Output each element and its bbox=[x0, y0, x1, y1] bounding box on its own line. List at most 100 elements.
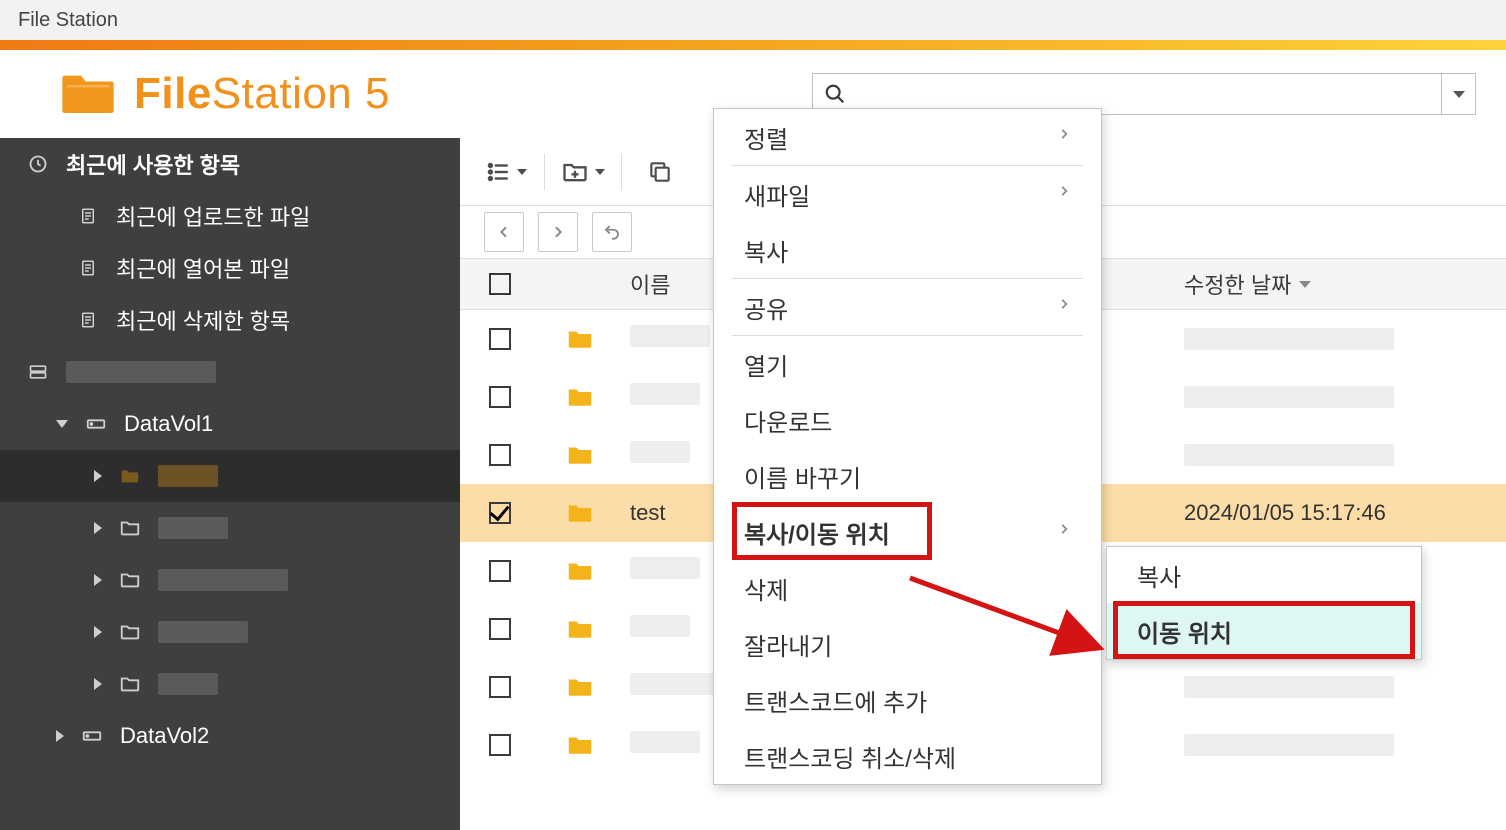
obscured-text bbox=[630, 383, 700, 405]
annotation-highlight bbox=[1113, 601, 1415, 659]
toolbar-divider bbox=[544, 154, 545, 190]
folder-icon bbox=[540, 498, 620, 528]
sidebar-recent-uploaded-label: 최근에 업로드한 파일 bbox=[116, 200, 310, 232]
row-checkbox[interactable] bbox=[489, 386, 511, 408]
sidebar-vol1-label: DataVol1 bbox=[124, 411, 213, 437]
obscured-text bbox=[66, 361, 216, 383]
expand-icon bbox=[94, 574, 102, 586]
sidebar-recent-uploaded[interactable]: 최근에 업로드한 파일 bbox=[0, 190, 460, 242]
row-checkbox[interactable] bbox=[489, 444, 511, 466]
row-checkbox[interactable] bbox=[489, 734, 511, 756]
caret-down-icon bbox=[595, 169, 605, 175]
expand-icon bbox=[56, 420, 68, 428]
doc-icon bbox=[76, 256, 100, 280]
submenu-move-to[interactable]: 이동 위치 bbox=[1107, 603, 1421, 659]
obscured-text bbox=[630, 441, 690, 463]
sidebar-vol2[interactable]: DataVol2 bbox=[0, 710, 460, 762]
sidebar-folder[interactable] bbox=[0, 554, 460, 606]
context-submenu: 복사 이동 위치 bbox=[1106, 546, 1422, 660]
row-checkbox[interactable] bbox=[489, 618, 511, 640]
obscured-text bbox=[1184, 444, 1394, 466]
ctx-share[interactable]: 공유 bbox=[714, 279, 1101, 335]
ctx-sort[interactable]: 정렬 bbox=[714, 109, 1101, 165]
folder-icon bbox=[540, 556, 620, 586]
expand-icon bbox=[94, 522, 102, 534]
expand-icon bbox=[94, 470, 102, 482]
doc-icon bbox=[76, 308, 100, 332]
sidebar-recent-deleted-label: 최근에 삭제한 항목 bbox=[116, 304, 290, 336]
new-folder-button[interactable] bbox=[561, 152, 605, 192]
obscured-text bbox=[630, 325, 710, 347]
obscured-text bbox=[158, 673, 218, 695]
ctx-copy-label: 복사 bbox=[744, 233, 788, 268]
ctx-rename-label: 이름 바꾸기 bbox=[744, 459, 861, 494]
folder-icon bbox=[540, 440, 620, 470]
submenu-copy[interactable]: 복사 bbox=[1107, 547, 1421, 603]
ctx-sort-label: 정렬 bbox=[744, 120, 788, 155]
chevron-right-icon bbox=[1057, 180, 1071, 208]
ctx-rename[interactable]: 이름 바꾸기 bbox=[714, 448, 1101, 504]
chevron-right-icon bbox=[1057, 293, 1071, 321]
sidebar-folder[interactable] bbox=[0, 502, 460, 554]
ctx-open[interactable]: 열기 bbox=[714, 336, 1101, 392]
row-checkbox[interactable] bbox=[489, 676, 511, 698]
sidebar-recent-deleted[interactable]: 최근에 삭제한 항목 bbox=[0, 294, 460, 346]
ctx-add-transcode[interactable]: 트랜스코드에 추가 bbox=[714, 672, 1101, 728]
ctx-new-file-label: 새파일 bbox=[744, 177, 810, 212]
accent-bar bbox=[0, 40, 1506, 50]
folder-icon bbox=[540, 672, 620, 702]
sidebar-vol1[interactable]: DataVol1 bbox=[0, 398, 460, 450]
view-mode-button[interactable] bbox=[484, 152, 528, 192]
row-checkbox[interactable] bbox=[489, 560, 511, 582]
nav-forward-button[interactable] bbox=[538, 212, 578, 252]
col-date-label: 수정한 날짜 bbox=[1184, 268, 1291, 300]
doc-icon bbox=[76, 204, 100, 228]
folder-icon bbox=[540, 382, 620, 412]
clock-icon bbox=[26, 152, 50, 176]
expand-icon bbox=[94, 626, 102, 638]
obscured-text bbox=[630, 673, 720, 695]
drive-icon bbox=[84, 412, 108, 436]
sidebar-folder[interactable] bbox=[0, 658, 460, 710]
sidebar-recent-header[interactable]: 최근에 사용한 항목 bbox=[0, 138, 460, 190]
window-title: File Station bbox=[18, 9, 118, 32]
sidebar-folder[interactable] bbox=[0, 606, 460, 658]
window-tabstrip: File Station bbox=[0, 0, 1506, 40]
ctx-cancel-transcode[interactable]: 트랜스코딩 취소/삭제 bbox=[714, 728, 1101, 784]
copy-button[interactable] bbox=[638, 152, 682, 192]
nav-undo-button[interactable] bbox=[592, 212, 632, 252]
ctx-share-label: 공유 bbox=[744, 290, 788, 325]
row-checkbox[interactable] bbox=[489, 328, 511, 350]
ctx-download[interactable]: 다운로드 bbox=[714, 392, 1101, 448]
chevron-right-icon bbox=[1057, 123, 1071, 151]
ctx-delete[interactable]: 삭제 bbox=[714, 560, 1101, 616]
ctx-open-label: 열기 bbox=[744, 347, 788, 382]
sidebar-folder-current[interactable] bbox=[0, 450, 460, 502]
obscured-text bbox=[158, 517, 228, 539]
ctx-new-file[interactable]: 새파일 bbox=[714, 166, 1101, 222]
obscured-text bbox=[630, 557, 700, 579]
nav-back-button[interactable] bbox=[484, 212, 524, 252]
row-name: test bbox=[630, 500, 665, 525]
sort-desc-icon bbox=[1299, 281, 1311, 288]
folder-icon bbox=[540, 730, 620, 760]
search-dropdown-toggle[interactable] bbox=[1441, 74, 1475, 114]
sidebar-recent-opened[interactable]: 최근에 열어본 파일 bbox=[0, 242, 460, 294]
sidebar-recent-opened-label: 최근에 열어본 파일 bbox=[116, 252, 290, 284]
row-checkbox[interactable] bbox=[489, 502, 511, 524]
ctx-copy[interactable]: 복사 bbox=[714, 222, 1101, 278]
sidebar-nas-root[interactable] bbox=[0, 346, 460, 398]
col-date[interactable]: 수정한 날짜 bbox=[1160, 268, 1506, 300]
app-title: FileStation 5 bbox=[134, 69, 390, 119]
main-panel: 이름 수정한 날짜 bbox=[460, 138, 1506, 830]
chevron-right-icon bbox=[1057, 518, 1071, 546]
ctx-download-label: 다운로드 bbox=[744, 403, 832, 438]
expand-icon bbox=[94, 678, 102, 690]
ctx-copy-move-to[interactable]: 복사/이동 위치 bbox=[714, 504, 1101, 560]
select-all-checkbox[interactable] bbox=[489, 273, 511, 295]
sidebar-vol2-label: DataVol2 bbox=[120, 723, 209, 749]
obscured-text bbox=[1184, 386, 1394, 408]
ctx-cut[interactable]: 잘라내기 bbox=[714, 616, 1101, 672]
folder-outline-icon bbox=[118, 620, 142, 644]
folder-logo-icon bbox=[60, 64, 116, 125]
